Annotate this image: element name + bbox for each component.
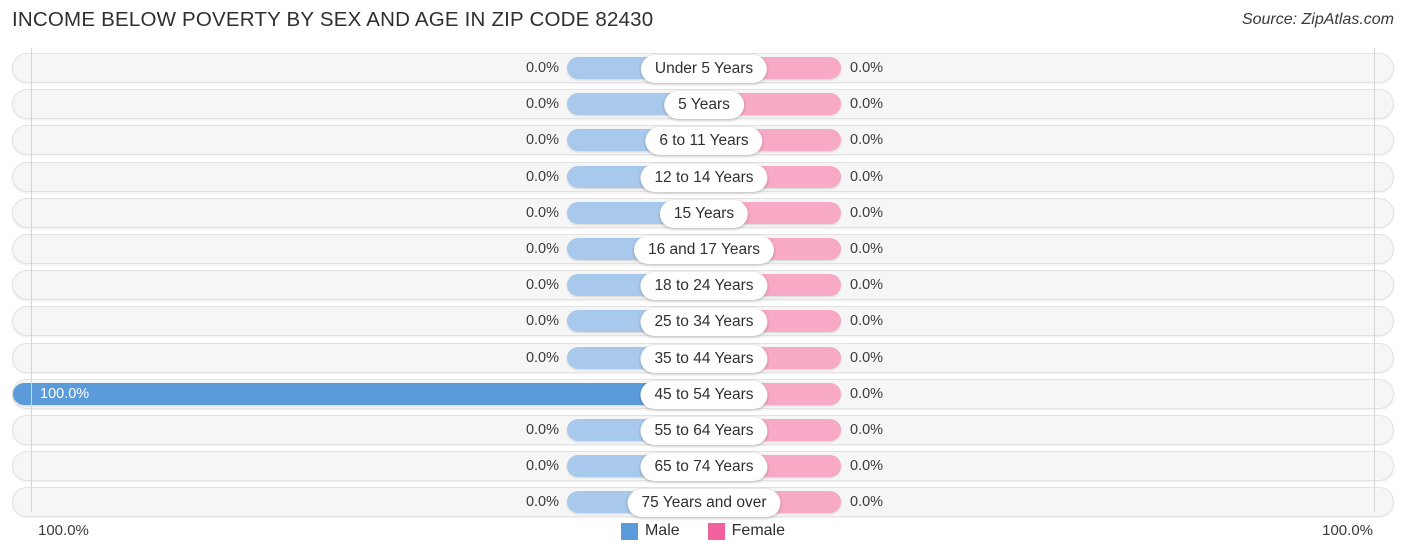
value-label-male: 0.0% xyxy=(525,422,559,438)
value-label-female: 0.0% xyxy=(850,241,884,257)
value-label-female: 0.0% xyxy=(850,458,884,475)
axis-line-left xyxy=(31,48,32,512)
value-label-male: 0.0% xyxy=(525,458,559,475)
category-label-pill: 15 Years xyxy=(659,199,749,228)
category-label-pill: 25 to 34 Years xyxy=(640,308,768,337)
legend-label: Male xyxy=(644,522,680,539)
table-row[interactable]: 0.0% 0.0% 35 to 44 Years xyxy=(12,342,1394,373)
value-label-female: 0.0% xyxy=(850,313,884,330)
legend-swatch-icon xyxy=(707,522,725,540)
value-label-female: 0.0% xyxy=(850,349,884,366)
category-label-pill: 18 to 24 Years xyxy=(640,272,768,301)
table-row[interactable]: 0.0% 0.0% 18 to 24 Years xyxy=(12,270,1394,301)
chart-header: INCOME BELOW POVERTY BY SEX AND AGE IN Z… xyxy=(0,0,1406,44)
value-label-female: 0.0% xyxy=(850,168,884,185)
value-label-female: 0.0% xyxy=(850,422,884,438)
legend-item[interactable]: Male xyxy=(620,522,680,540)
category-label-pill: 16 and 17 Years xyxy=(633,236,775,264)
value-label-male: 0.0% xyxy=(525,313,559,330)
table-row[interactable]: 0.0% 0.0% Under 5 Years xyxy=(12,53,1394,83)
category-label-pill: 45 to 54 Years xyxy=(640,380,768,409)
value-label-male: 0.0% xyxy=(525,96,559,113)
chart-footer: 100.0% 100.0% Male Female xyxy=(0,518,1406,558)
legend-item[interactable]: Female xyxy=(707,522,786,540)
value-label-male: 0.0% xyxy=(525,277,559,294)
chart-plot-area: 0.0% 0.0% Under 5 Years 0.0% 0.0% 5 Years 0.0%… xyxy=(0,48,1406,518)
value-label-male: 0.0% xyxy=(525,60,559,76)
value-label-male: 100.0% xyxy=(40,385,90,402)
legend-swatch-icon xyxy=(620,522,638,540)
table-row[interactable]: 0.0% 0.0% 12 to 14 Years xyxy=(12,161,1394,192)
category-label-pill: 75 Years and over xyxy=(627,489,781,518)
value-label-male: 0.0% xyxy=(525,132,559,149)
legend-label: Female xyxy=(731,522,786,539)
value-label-female: 0.0% xyxy=(850,494,884,511)
value-label-male: 0.0% xyxy=(525,349,559,366)
table-row[interactable]: 0.0% 0.0% 5 Years xyxy=(12,89,1394,120)
category-label-pill: 5 Years xyxy=(664,91,744,120)
category-label-pill: Under 5 Years xyxy=(640,55,768,83)
value-label-female: 0.0% xyxy=(850,60,884,76)
value-label-female: 0.0% xyxy=(850,277,884,294)
table-row[interactable]: 0.0% 0.0% 15 Years xyxy=(12,197,1394,228)
value-label-male: 0.0% xyxy=(525,494,559,511)
value-label-male: 0.0% xyxy=(525,241,559,257)
value-label-male: 0.0% xyxy=(525,168,559,185)
table-row[interactable]: 0.0% 0.0% 55 to 64 Years xyxy=(12,415,1394,445)
chart-legend: Male Female xyxy=(0,522,1406,540)
value-label-male: 0.0% xyxy=(525,204,559,221)
value-label-female: 0.0% xyxy=(850,96,884,113)
table-row[interactable]: 0.0% 0.0% 16 and 17 Years xyxy=(12,234,1394,264)
category-label-pill: 12 to 14 Years xyxy=(640,163,768,192)
page-title: INCOME BELOW POVERTY BY SEX AND AGE IN Z… xyxy=(12,8,654,31)
category-label-pill: 65 to 74 Years xyxy=(640,453,768,482)
table-row[interactable]: 0.0% 0.0% 75 Years and over xyxy=(12,487,1394,518)
table-row[interactable]: 0.0% 0.0% 25 to 34 Years xyxy=(12,306,1394,337)
bar-male[interactable] xyxy=(13,382,704,405)
table-row[interactable]: 0.0% 0.0% 65 to 74 Years xyxy=(12,451,1394,482)
category-label-pill: 6 to 11 Years xyxy=(645,127,763,156)
table-row[interactable]: 0.0% 0.0% 6 to 11 Years xyxy=(12,125,1394,156)
axis-line-right xyxy=(1374,48,1375,512)
source-attribution: Source: ZipAtlas.com xyxy=(1241,11,1394,28)
category-label-pill: 35 to 44 Years xyxy=(640,344,768,373)
value-label-female: 0.0% xyxy=(850,132,884,149)
category-label-pill: 55 to 64 Years xyxy=(640,417,768,445)
value-label-female: 0.0% xyxy=(850,385,884,402)
value-label-female: 0.0% xyxy=(850,204,884,221)
table-row[interactable]: 100.0% 0.0% 45 to 54 Years xyxy=(12,378,1394,409)
